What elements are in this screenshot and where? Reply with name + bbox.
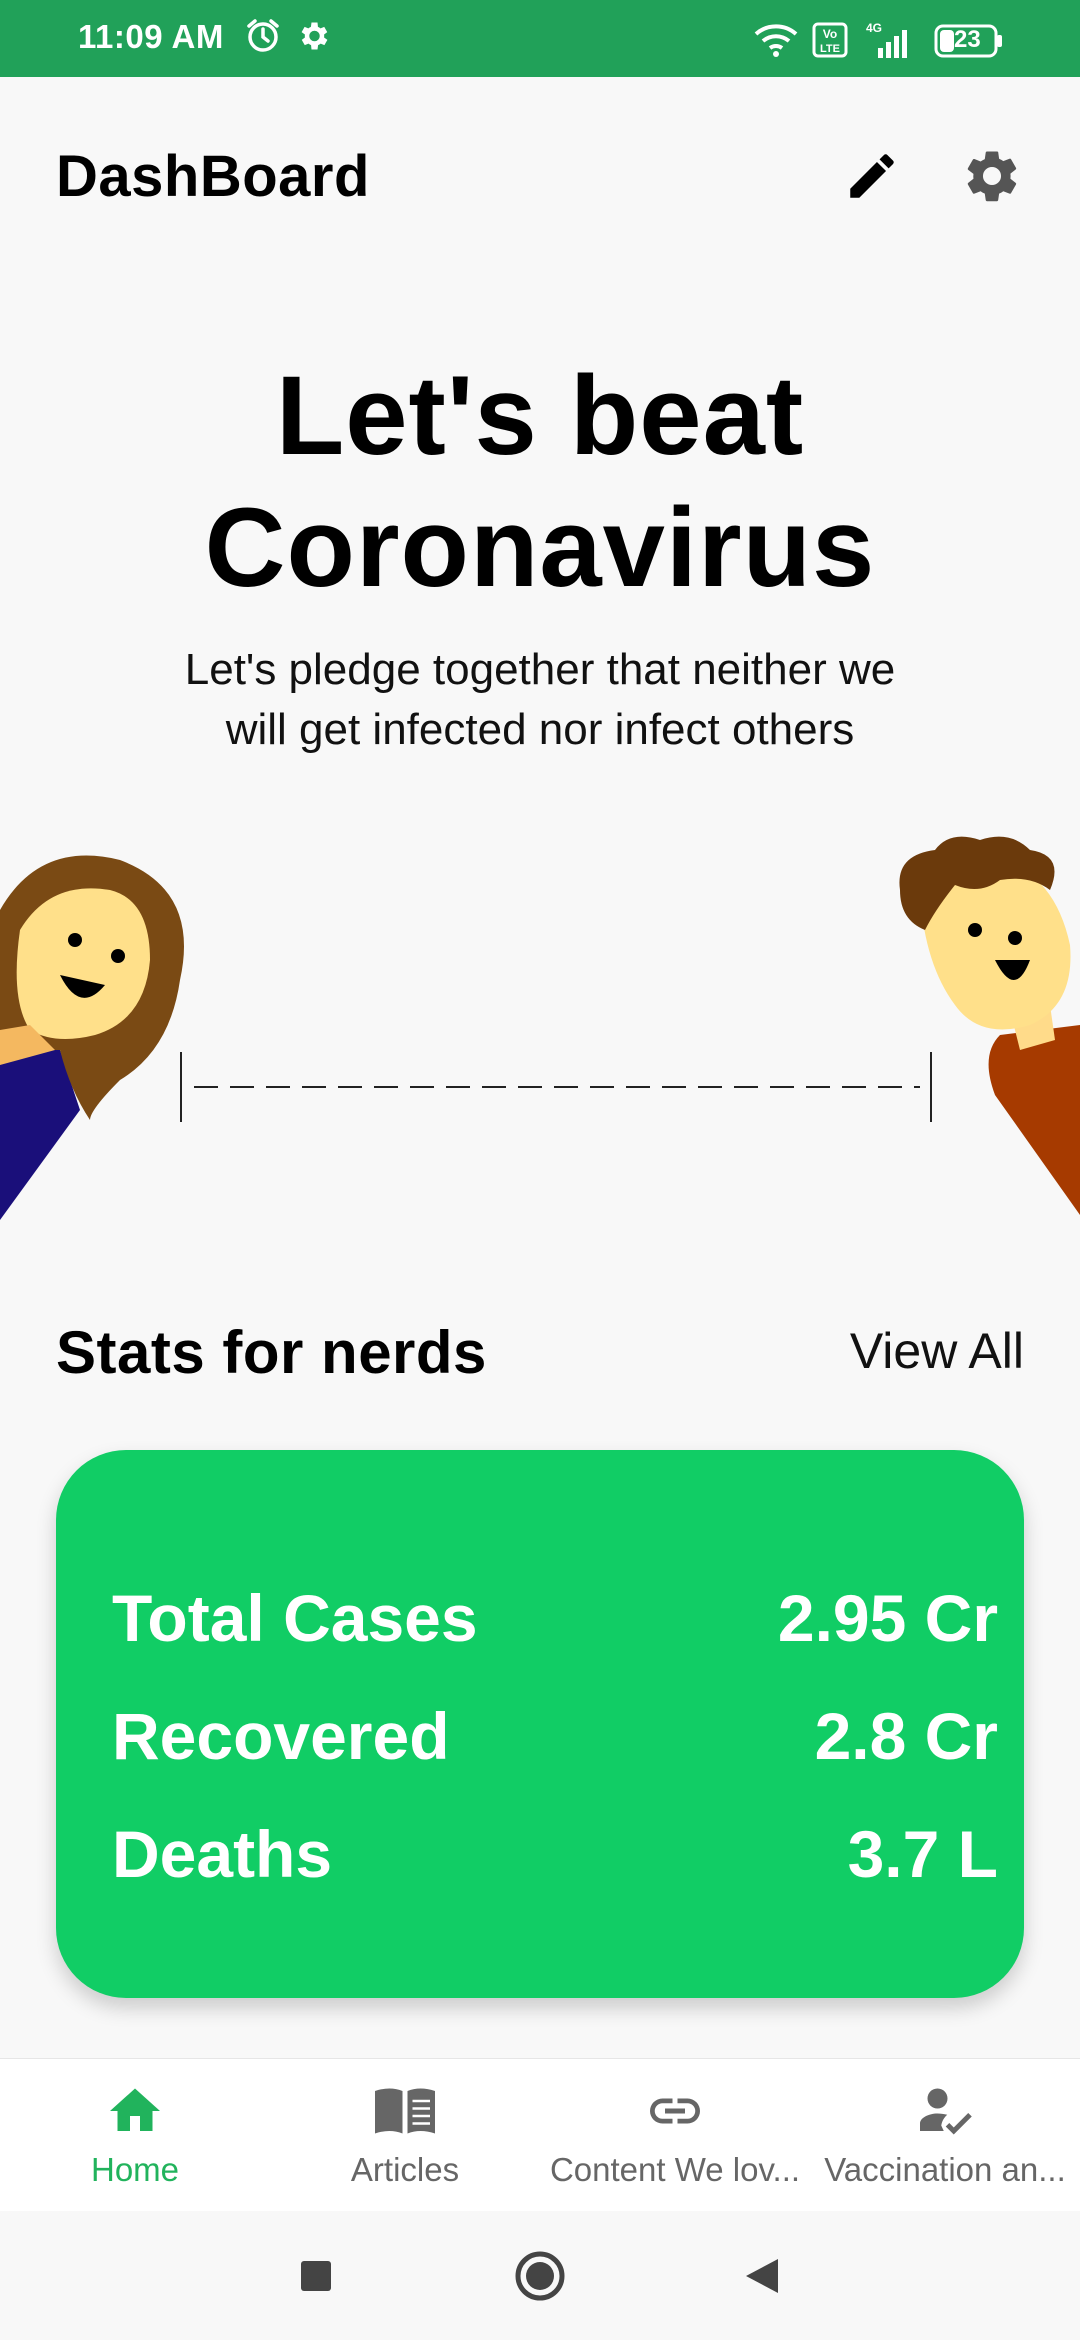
nav-item-content[interactable]: Content We lov... [540, 2059, 810, 2211]
svg-text:LTE: LTE [820, 43, 840, 55]
hero-subtitle: Let's pledge together that neither we wi… [184, 645, 896, 754]
nav-item-articles[interactable]: Articles [270, 2059, 540, 2211]
book-icon [375, 2088, 435, 2134]
bottom-navigation: Home Articles Content We lov... Vaccinat… [0, 2058, 1080, 2212]
home-system-button[interactable] [480, 2211, 600, 2340]
stats-title: Stats for nerds [56, 1319, 487, 1386]
back-button[interactable] [702, 2211, 822, 2340]
svg-text:4G: 4G [866, 21, 882, 35]
boy-illustration [880, 835, 1080, 1215]
girl-illustration [0, 850, 200, 1230]
hero-title-line1: Let's beat [275, 353, 805, 478]
nav-label: Vaccination an... [824, 2151, 1066, 2188]
home-icon [110, 2088, 160, 2131]
volte-icon: Vo LTE [812, 22, 848, 63]
signal-icon: 4G [862, 20, 922, 65]
hero-title-line2: Coronavirus [204, 485, 876, 610]
battery-level: 23 [954, 26, 981, 53]
nav-label: Content We lov... [549, 2151, 801, 2188]
stat-value: 2.95 Cr [777, 1581, 998, 1655]
recents-button[interactable] [256, 2211, 376, 2340]
stat-value: 2.8 Cr [814, 1699, 998, 1773]
stat-row-total-cases: Total Cases 2.95 Cr [112, 1580, 998, 1660]
alarm-icon [245, 18, 281, 59]
page-title: DashBoard [56, 144, 370, 209]
nav-label: Articles [350, 2151, 460, 2188]
stat-label: Recovered [112, 1699, 450, 1773]
circle-icon [515, 2251, 565, 2300]
pencil-icon [850, 154, 894, 198]
hero-title: Let's beat Coronavirus [0, 350, 1080, 614]
stat-row-recovered: Recovered 2.8 Cr [112, 1698, 998, 1778]
stat-label: Deaths [112, 1817, 333, 1891]
edit-button[interactable] [836, 140, 908, 212]
stats-card[interactable]: Total Cases 2.95 Cr Recovered 2.8 Cr Dea… [56, 1450, 1024, 1998]
settings-button[interactable] [956, 140, 1028, 212]
svg-text:Vo: Vo [823, 27, 837, 41]
system-navigation-bar [0, 2211, 1080, 2340]
stat-label: Total Cases [112, 1581, 478, 1655]
person-check-icon [920, 2088, 972, 2135]
square-icon [301, 2260, 331, 2291]
stat-row-deaths: Deaths 3.7 L [112, 1816, 998, 1896]
nav-item-home[interactable]: Home [0, 2059, 270, 2211]
gear-icon [967, 151, 1017, 202]
nav-label: Home [90, 2151, 180, 2188]
stat-value: 3.7 L [847, 1817, 998, 1891]
back-triangle-icon [746, 2258, 778, 2293]
social-distance-line [180, 1052, 932, 1122]
status-time: 11:09 AM [78, 18, 224, 55]
status-bar: 11:09 AM Vo LTE 4G 23 [0, 0, 1080, 77]
wifi-icon [752, 22, 800, 63]
view-all-link[interactable]: View All [850, 1322, 1024, 1380]
nav-item-vaccination[interactable]: Vaccination an... [810, 2059, 1080, 2211]
settings-status-icon [295, 18, 331, 59]
link-icon [650, 2098, 700, 2124]
